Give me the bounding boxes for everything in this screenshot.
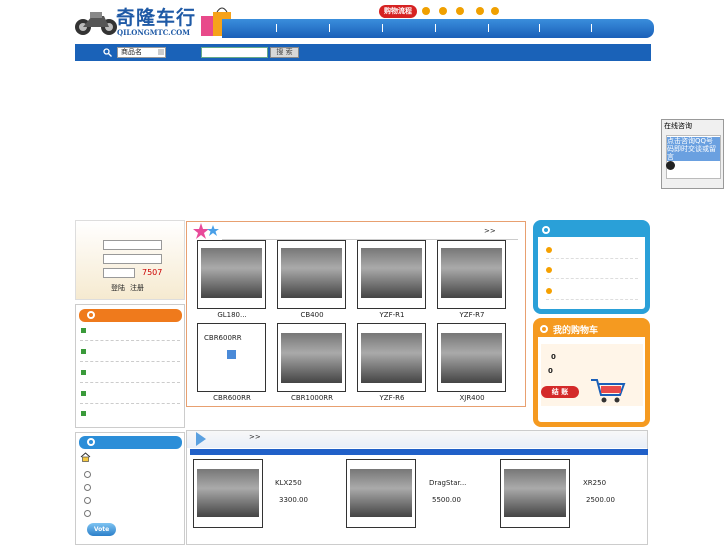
username-field[interactable] [103,240,162,250]
cart-item-count: 0 [551,353,556,361]
flow-step-icon [491,7,499,15]
special-products-bar [190,449,648,455]
divider [546,258,638,259]
new-products-more-link[interactable]: >> [484,227,496,235]
vote-option-radio[interactable] [84,497,91,504]
vote-button[interactable]: Vote [87,523,116,536]
logo-subtitle: QILONGMTC.COM [117,28,191,37]
shopping-cart-icon [590,378,626,406]
captcha-code: 7507 [142,268,163,277]
news-bullet-icon [546,288,552,294]
product-thumbnail[interactable] [500,459,570,528]
nav-separator [539,24,540,32]
search-input[interactable] [201,47,268,58]
news-header [538,225,645,237]
flow-step-icon [456,7,464,15]
product-thumbnail[interactable] [357,240,426,309]
divider [80,340,180,341]
news-bullet-icon [546,267,552,273]
category-bullet-icon [81,370,86,375]
product-thumbnail[interactable] [197,240,266,309]
product-name[interactable]: XJR400 [432,394,512,402]
nav-separator [276,24,277,32]
circle-icon [87,438,95,446]
stars-icon [193,222,221,242]
consult-qq-link[interactable]: 点击咨询QQ号码即时交谈或留言 [667,137,720,161]
product-name[interactable]: YZF-R7 [432,311,512,319]
nav-separator [488,24,489,32]
product-name[interactable]: DragStar... [429,479,466,487]
category-panel [75,304,185,428]
circle-icon [542,226,550,234]
circle-icon [540,325,548,333]
product-thumbnail[interactable] [346,459,416,528]
qq-penguin-icon[interactable] [666,161,675,170]
vote-option-radio[interactable] [84,471,91,478]
nav-separator [435,24,436,32]
product-price: 5500.00 [432,496,461,504]
product-thumbnail[interactable] [437,323,506,392]
product-name[interactable]: YZF-R6 [352,394,432,402]
product-thumbnail[interactable]: CBR600RR [197,323,266,392]
divider [80,382,180,383]
product-name[interactable]: XR250 [583,479,606,487]
news-bullet-icon [546,247,552,253]
product-name[interactable]: CBR600RR [192,394,272,402]
logo-text[interactable]: 奇隆车行 [116,3,196,30]
flow-step-icon [422,7,430,15]
product-thumbnail[interactable] [277,323,346,392]
broken-image-icon [227,350,236,359]
home-icon [80,452,91,464]
flow-step-icon [476,7,484,15]
product-name[interactable]: CBR1000RR [272,394,352,402]
password-field[interactable] [103,254,162,264]
product-price: 2500.00 [586,496,615,504]
shopping-flow-button[interactable]: 购物流程 [379,5,417,18]
nav-separator [329,24,330,32]
product-thumbnail[interactable] [437,240,506,309]
divider [546,278,638,279]
product-name[interactable]: KLX250 [275,479,302,487]
divider [80,403,180,404]
search-button[interactable]: 搜 索 [270,47,299,58]
flow-step-icon [439,7,447,15]
login-button[interactable]: 登陆 [111,283,125,293]
circle-icon [87,311,95,319]
nav-separator [591,24,592,32]
broken-image-alt: CBR600RR [204,334,242,342]
nav-separator [382,24,383,32]
category-bullet-icon [81,349,86,354]
divider [546,299,638,300]
product-thumbnail[interactable] [277,240,346,309]
product-thumbnail[interactable] [193,459,263,528]
consult-title: 在线咨询 [664,122,692,130]
product-name[interactable]: YZF-R1 [352,311,432,319]
arrow-icon [194,431,208,449]
vote-option-radio[interactable] [84,484,91,491]
product-name[interactable]: CB400 [272,311,352,319]
chevron-down-icon [158,49,164,55]
category-bullet-icon [81,328,86,333]
product-thumbnail[interactable] [357,323,426,392]
search-icon [103,48,112,59]
vote-option-radio[interactable] [84,510,91,517]
checkout-button[interactable]: 结 账 [541,386,579,398]
captcha-field[interactable] [103,268,135,278]
category-bullet-icon [81,411,86,416]
logo-motorcycle-icon [74,8,118,38]
product-name[interactable]: GL180... [192,311,272,319]
register-button[interactable]: 注册 [130,283,144,293]
cart-total: 0 [548,367,553,375]
product-price: 3300.00 [279,496,308,504]
category-bullet-icon [81,391,86,396]
cart-title: 我的购物车 [553,326,599,336]
special-products-more-link[interactable]: >> [249,433,261,441]
main-nav-bar [222,19,654,38]
divider [80,361,180,362]
